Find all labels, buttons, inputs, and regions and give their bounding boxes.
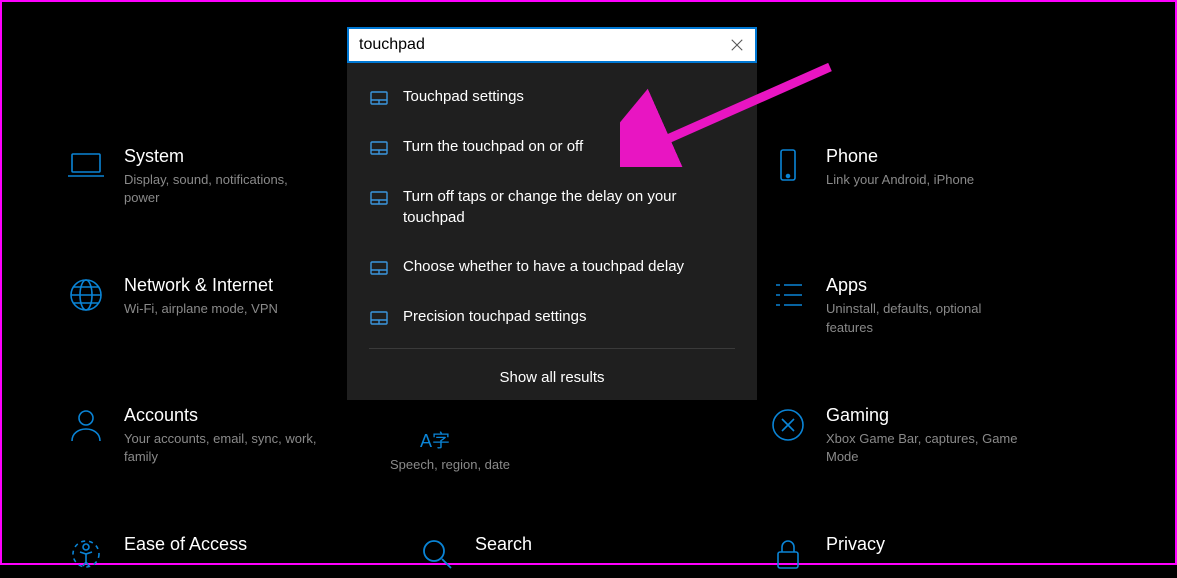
category-accounts[interactable]: Accounts Your accounts, email, sync, wor…	[62, 401, 413, 470]
search-container	[347, 27, 757, 63]
ease-of-access-icon	[66, 534, 106, 574]
category-ease-of-access[interactable]: Ease of Access	[62, 530, 413, 578]
lock-icon	[768, 534, 808, 574]
result-label: Choose whether to have a touchpad delay	[403, 256, 684, 277]
category-title: Accounts	[124, 405, 324, 426]
show-all-results[interactable]: Show all results	[347, 355, 757, 400]
category-desc: Uninstall, defaults, optional features	[826, 300, 1026, 336]
person-icon	[66, 405, 106, 445]
result-precision-touchpad[interactable]: Precision touchpad settings	[347, 292, 757, 342]
search-box[interactable]	[347, 27, 757, 63]
category-search[interactable]: Search	[413, 530, 764, 578]
result-label: Precision touchpad settings	[403, 306, 586, 327]
touchpad-icon	[369, 308, 389, 328]
time-language-desc: Speech, region, date	[390, 457, 510, 472]
category-title: Network & Internet	[124, 275, 278, 296]
search-results-dropdown: Touchpad settings Turn the touchpad on o…	[347, 62, 757, 400]
category-desc: Display, sound, notifications, power	[124, 171, 324, 207]
category-title: Privacy	[826, 534, 885, 555]
phone-icon	[768, 146, 808, 186]
category-desc: Xbox Game Bar, captures, Game Mode	[826, 430, 1026, 466]
result-touchpad-delay[interactable]: Choose whether to have a touchpad delay	[347, 242, 757, 292]
category-desc: Your accounts, email, sync, work, family	[124, 430, 324, 466]
category-title: Search	[475, 534, 532, 555]
time-language-glyph: A字	[420, 427, 450, 453]
touchpad-icon	[369, 258, 389, 278]
search-input[interactable]	[359, 36, 729, 54]
clear-search-button[interactable]	[729, 37, 745, 53]
category-title: Gaming	[826, 405, 1026, 426]
result-turn-off-taps[interactable]: Turn off taps or change the delay on you…	[347, 172, 757, 242]
apps-list-icon	[768, 275, 808, 315]
gaming-icon	[768, 405, 808, 445]
result-label: Touchpad settings	[403, 86, 524, 107]
category-privacy[interactable]: Privacy	[764, 530, 1115, 578]
results-divider	[369, 348, 735, 349]
category-apps[interactable]: Apps Uninstall, defaults, optional featu…	[764, 271, 1115, 340]
search-icon	[417, 534, 457, 574]
category-title: Apps	[826, 275, 1026, 296]
category-title: Phone	[826, 146, 974, 167]
result-label: Turn the touchpad on or off	[403, 136, 583, 157]
result-label: Turn off taps or change the delay on you…	[403, 186, 735, 228]
category-desc: Link your Android, iPhone	[826, 171, 974, 189]
touchpad-icon	[369, 188, 389, 208]
touchpad-icon	[369, 88, 389, 108]
category-desc: Wi-Fi, airplane mode, VPN	[124, 300, 278, 318]
category-title: Ease of Access	[124, 534, 247, 555]
globe-icon	[66, 275, 106, 315]
category-phone[interactable]: Phone Link your Android, iPhone	[764, 142, 1115, 211]
category-gaming[interactable]: Gaming Xbox Game Bar, captures, Game Mod…	[764, 401, 1115, 470]
laptop-icon	[66, 146, 106, 186]
touchpad-icon	[369, 138, 389, 158]
result-turn-touchpad-on-off[interactable]: Turn the touchpad on or off	[347, 122, 757, 172]
result-touchpad-settings[interactable]: Touchpad settings	[347, 72, 757, 122]
category-title: System	[124, 146, 324, 167]
